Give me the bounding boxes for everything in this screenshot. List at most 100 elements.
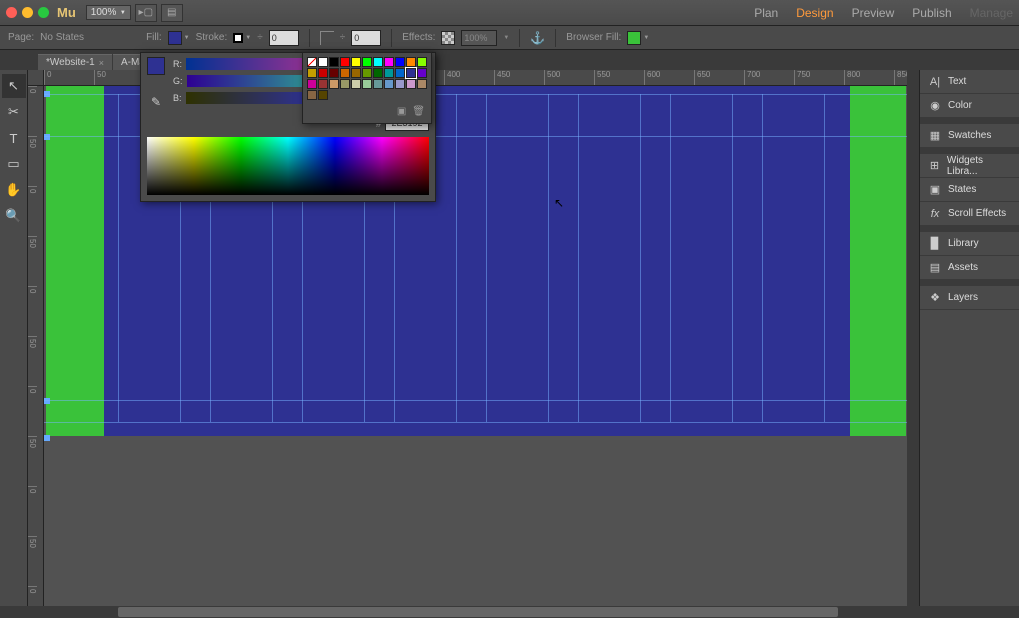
swatch-item[interactable] (384, 57, 394, 67)
rectangle-tool[interactable]: ▭ (2, 152, 26, 176)
column-guide[interactable] (824, 94, 825, 422)
effects-icon[interactable] (441, 31, 455, 45)
column-guide[interactable] (548, 94, 549, 422)
swatch-item[interactable] (395, 68, 405, 78)
plan-tab[interactable]: Plan (754, 6, 778, 20)
zoom-select[interactable]: 100% (86, 5, 131, 20)
swatch-item[interactable] (406, 79, 416, 89)
swatch-item[interactable] (406, 57, 416, 67)
anchor-icon[interactable]: ⚓ (530, 31, 545, 45)
ruler-tick: 0 (28, 586, 37, 606)
column-guide[interactable] (670, 94, 671, 422)
close-icon[interactable]: × (99, 58, 104, 68)
swatch-item[interactable] (351, 57, 361, 67)
swatch-item[interactable] (329, 57, 339, 67)
maximize-window-icon[interactable] (38, 7, 49, 18)
zoom-tool[interactable]: 🔍 (2, 204, 26, 228)
swatch-item[interactable] (307, 90, 317, 100)
swatch-item[interactable] (318, 57, 328, 67)
minimize-window-icon[interactable] (22, 7, 33, 18)
swatch-item[interactable] (307, 79, 317, 89)
text-icon: A| (928, 76, 942, 88)
stroke-swatch-dd[interactable] (233, 33, 251, 43)
eyedropper-icon[interactable]: ✎ (147, 93, 165, 111)
page-state[interactable]: No States (40, 32, 84, 43)
swatch-item[interactable] (384, 79, 394, 89)
column-guide[interactable] (762, 94, 763, 422)
browser-fill-dd[interactable] (627, 31, 649, 45)
panel-library[interactable]: ▉Library (920, 232, 1019, 256)
crop-tool[interactable]: ✂ (2, 100, 26, 124)
panel-color[interactable]: ◉Color (920, 94, 1019, 118)
manage-tab[interactable]: Manage (970, 6, 1013, 20)
swatch-item[interactable] (362, 68, 372, 78)
column-guide[interactable] (578, 94, 579, 422)
swatch-item[interactable] (395, 79, 405, 89)
preview-tab[interactable]: Preview (852, 6, 895, 20)
panel-layers[interactable]: ❖Layers (920, 286, 1019, 310)
swatch-item[interactable] (340, 68, 350, 78)
swatch-item[interactable] (340, 57, 350, 67)
color-spectrum[interactable] (147, 137, 429, 195)
guide-horizontal[interactable] (44, 400, 919, 401)
publish-tab[interactable]: Publish (912, 6, 951, 20)
effects-opacity-input[interactable] (461, 30, 497, 46)
swatch-item[interactable] (417, 68, 427, 78)
panel-assets[interactable]: ▤Assets (920, 256, 1019, 280)
swatch-item[interactable] (318, 90, 328, 100)
swatch-item[interactable] (395, 57, 405, 67)
new-swatch-icon[interactable]: ▣ (397, 106, 406, 117)
swatch-item[interactable] (417, 79, 427, 89)
swatch-item[interactable] (373, 68, 383, 78)
panel-text[interactable]: A|Text (920, 70, 1019, 94)
color-icon: ◉ (928, 100, 942, 112)
stroke-weight-input[interactable] (269, 30, 299, 46)
column-guide[interactable] (640, 94, 641, 422)
swatch-item[interactable] (417, 57, 427, 67)
swatch-item[interactable] (362, 57, 372, 67)
swatch-item[interactable] (406, 68, 416, 78)
swatch-item[interactable] (318, 79, 328, 89)
swatch-item[interactable] (307, 68, 317, 78)
column-guide[interactable] (118, 94, 119, 422)
new-page-icon[interactable]: ▸▢ (135, 4, 157, 22)
swatch-item[interactable] (340, 79, 350, 89)
panel-scroll-effects[interactable]: fxScroll Effects (920, 202, 1019, 226)
panel-widgets[interactable]: ⊞Widgets Libra... (920, 154, 1019, 178)
text-tool[interactable]: T (2, 126, 26, 150)
column-guide[interactable] (732, 94, 733, 422)
selection-tool[interactable]: ↖ (2, 74, 26, 98)
corner-input[interactable] (351, 30, 381, 46)
guide-handle[interactable] (44, 435, 50, 441)
swatch-item[interactable] (373, 79, 383, 89)
swatch-none[interactable] (307, 57, 317, 67)
swatch-item[interactable] (329, 68, 339, 78)
swatch-item[interactable] (329, 79, 339, 89)
layout-icon[interactable]: ▤ (161, 4, 183, 22)
column-guide[interactable] (486, 94, 487, 422)
delete-swatch-icon[interactable]: 🗑 (412, 106, 425, 117)
r-label: R: (173, 59, 182, 69)
options-bar: Page: No States Fill: Stroke: ÷ ÷ Effect… (0, 26, 1019, 50)
tab-website-1[interactable]: *Website-1× (38, 54, 112, 70)
swatch-item[interactable] (351, 68, 361, 78)
guide-handle[interactable] (44, 398, 50, 404)
guide-handle[interactable] (44, 134, 50, 140)
scrollbar-thumb[interactable] (118, 607, 838, 617)
swatch-item[interactable] (318, 68, 328, 78)
corner-icon[interactable] (320, 31, 334, 45)
hand-tool[interactable]: ✋ (2, 178, 26, 202)
swatch-item[interactable] (351, 79, 361, 89)
vertical-scrollbar[interactable] (907, 70, 919, 606)
column-guide[interactable] (456, 94, 457, 422)
swatch-item[interactable] (384, 68, 394, 78)
close-window-icon[interactable] (6, 7, 17, 18)
swatch-item[interactable] (362, 79, 372, 89)
design-tab[interactable]: Design (796, 6, 833, 20)
swatch-item[interactable] (373, 57, 383, 67)
panel-swatches[interactable]: ▦Swatches (920, 124, 1019, 148)
horizontal-scrollbar[interactable] (28, 606, 919, 618)
fill-swatch-dd[interactable] (168, 31, 190, 45)
guide-horizontal[interactable] (44, 422, 919, 423)
panel-states[interactable]: ▣States (920, 178, 1019, 202)
